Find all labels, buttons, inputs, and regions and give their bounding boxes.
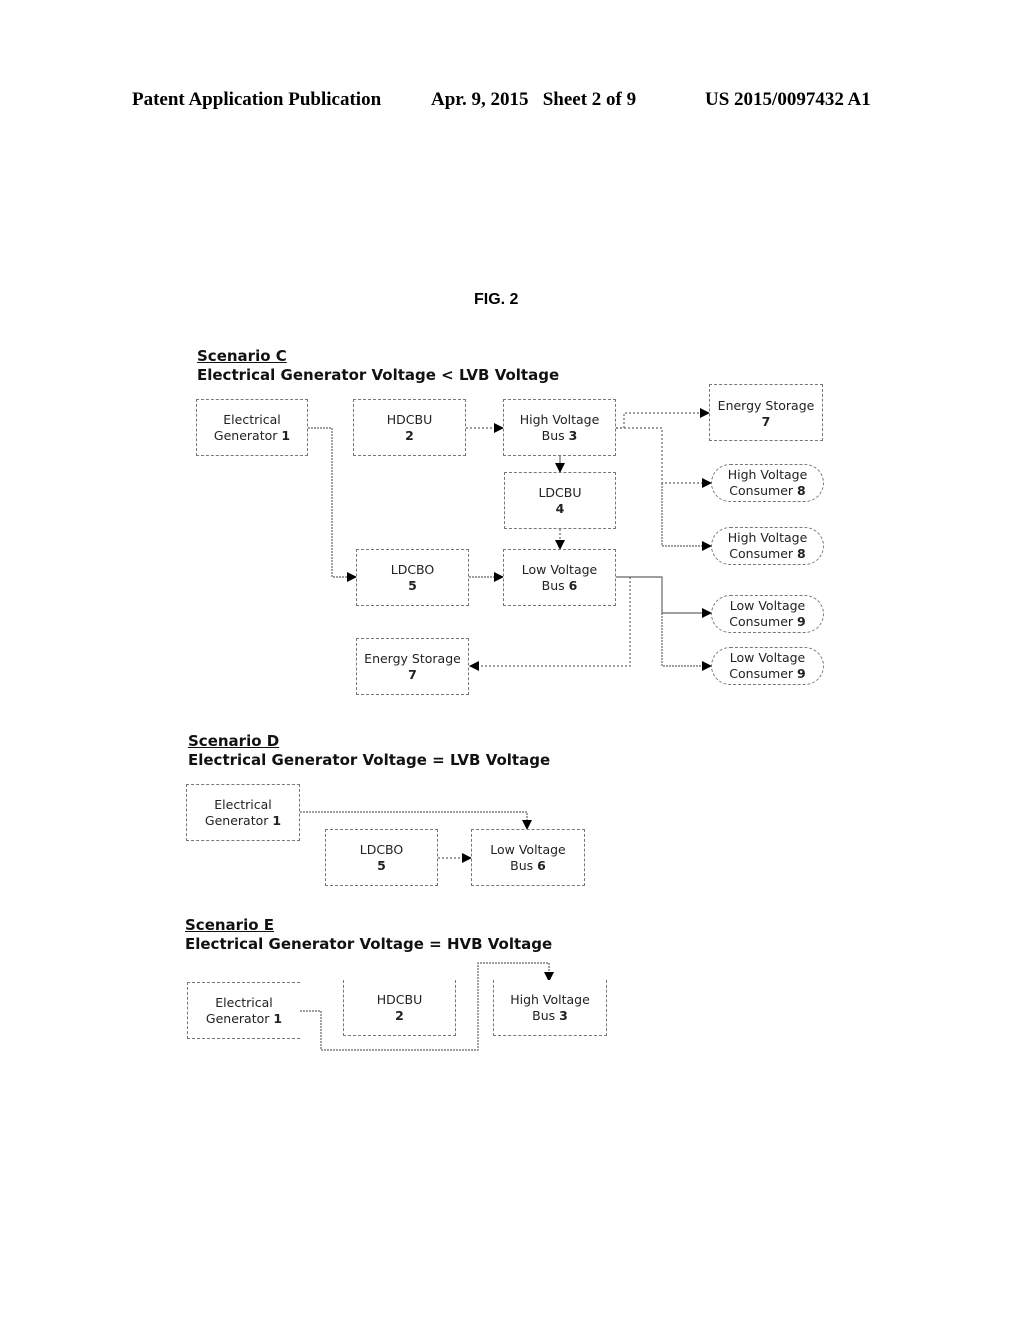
node-electrical-generator: Electrical Generator 1 — [196, 399, 308, 456]
node-label: HDCBU — [386, 411, 433, 427]
node-electrical-generator: Electrical Generator 1 — [187, 982, 300, 1039]
node-label: Electrical — [223, 411, 281, 427]
node-label: Energy Storage — [717, 398, 815, 413]
edge-hvb-es-top — [616, 408, 710, 429]
node-ldcbo: LDCBO 5 — [325, 829, 438, 886]
node-label: Low Voltage — [521, 561, 598, 577]
node-label: LDCBO — [359, 841, 404, 857]
scenario-c-subtitle: Electrical Generator Voltage < LVB Volta… — [197, 366, 560, 384]
node-number: 3 — [559, 1008, 568, 1023]
node-number: 5 — [408, 577, 417, 593]
node-label: Electrical — [214, 796, 272, 812]
node-number: 7 — [761, 414, 771, 429]
node-high-voltage-bus: High Voltage Bus 3 — [503, 399, 616, 456]
node-number: 3 — [568, 427, 578, 443]
edge-hvb-hvc-2 — [661, 483, 712, 551]
node-label-tail: Bus — [532, 1008, 560, 1023]
node-label-tail: Generator — [204, 812, 273, 828]
node-number: 1 — [281, 427, 291, 443]
node-label: LDCBU — [538, 484, 582, 500]
node-ldcbo: LDCBO 5 — [356, 549, 469, 606]
node-label-tail: Consumer — [729, 614, 797, 629]
node-number: 4 — [555, 500, 565, 516]
node-number: 7 — [408, 666, 417, 682]
node-label-tail: Consumer — [729, 666, 797, 681]
node-energy-storage-top: Energy Storage 7 — [709, 384, 823, 441]
node-number: 8 — [797, 546, 806, 561]
edge-lvb-lvc-2 — [661, 613, 712, 671]
node-number: 2 — [395, 1008, 404, 1023]
node-label: Energy Storage — [364, 650, 461, 666]
node-number: 6 — [537, 857, 546, 873]
node-number: 1 — [272, 812, 282, 828]
node-label: HDCBU — [376, 992, 423, 1007]
node-label-tail: Generator — [213, 427, 282, 443]
node-low-voltage-consumer: Low Voltage Consumer 9 — [711, 647, 824, 685]
node-high-voltage-bus: High Voltage Bus 3 — [493, 980, 607, 1036]
connector-layer — [300, 408, 712, 1051]
node-label: LDCBO — [390, 561, 435, 577]
node-number: 9 — [797, 666, 806, 681]
node-label-tail: Bus — [510, 857, 538, 873]
node-hdcbu: HDCBU 2 — [353, 399, 466, 456]
scenario-c-title: Scenario C — [197, 347, 287, 365]
edge-hvb-hvc — [616, 427, 712, 488]
node-high-voltage-consumer: High Voltage Consumer 8 — [711, 527, 824, 565]
node-label-tail: Consumer — [729, 546, 797, 561]
scenario-e-subtitle: Electrical Generator Voltage = HVB Volta… — [185, 935, 553, 953]
node-hdcbu: HDCBU 2 — [343, 980, 456, 1036]
node-label: High Voltage — [519, 411, 600, 427]
scenario-e-title: Scenario E — [185, 916, 274, 934]
node-label: High Voltage — [727, 467, 808, 482]
scenario-d-subtitle: Electrical Generator Voltage = LVB Volta… — [188, 751, 551, 769]
scenario-d-title: Scenario D — [188, 732, 280, 750]
node-label: High Voltage — [727, 530, 808, 545]
edge-d-gen-lvb — [300, 811, 532, 830]
node-number: 1 — [273, 1010, 283, 1026]
node-label: High Voltage — [510, 992, 590, 1007]
scenario-d-heading: Scenario D Electrical Generator Voltage … — [188, 732, 550, 770]
node-number: 5 — [377, 857, 386, 873]
node-label-tail: Bus — [541, 427, 569, 443]
node-high-voltage-consumer: High Voltage Consumer 8 — [711, 464, 824, 502]
scenario-c-heading: Scenario C Electrical Generator Voltage … — [197, 347, 559, 385]
node-number: 8 — [797, 483, 806, 498]
node-label: Electrical — [215, 994, 273, 1010]
node-label-tail: Consumer — [729, 483, 797, 498]
node-electrical-generator: Electrical Generator 1 — [186, 784, 300, 841]
node-label-tail: Bus — [541, 577, 569, 593]
scenario-e-heading: Scenario E Electrical Generator Voltage … — [185, 916, 552, 954]
edge-gen-ldcbo — [308, 427, 357, 582]
node-label: Low Voltage — [490, 841, 566, 857]
node-label-tail: Generator — [205, 1010, 274, 1026]
node-energy-storage-bottom: Energy Storage 7 — [356, 638, 469, 695]
node-number: 9 — [797, 614, 806, 629]
node-number: 2 — [405, 427, 414, 443]
node-number: 6 — [568, 577, 578, 593]
node-low-voltage-consumer: Low Voltage Consumer 9 — [711, 595, 824, 633]
node-label: Low Voltage — [729, 650, 806, 665]
node-label: Low Voltage — [729, 598, 806, 613]
node-low-voltage-bus: Low Voltage Bus 6 — [471, 829, 585, 886]
node-low-voltage-bus: Low Voltage Bus 6 — [503, 549, 616, 606]
node-ldcbu: LDCBU 4 — [504, 472, 616, 529]
